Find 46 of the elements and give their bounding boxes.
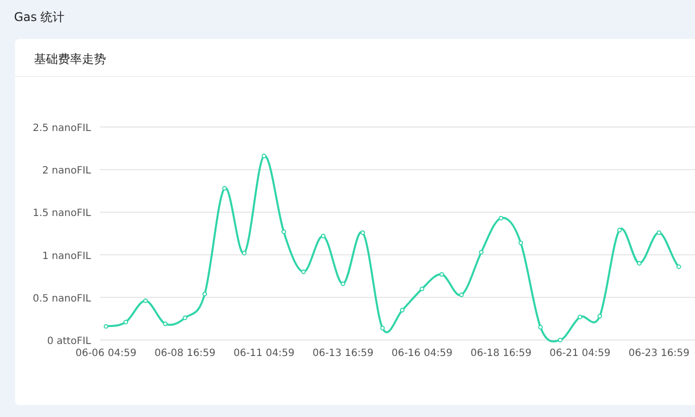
point bbox=[162, 322, 168, 326]
axis-label: 06-08 16:59 bbox=[154, 348, 216, 359]
point bbox=[400, 308, 405, 312]
page-title: Gas 统计 bbox=[13, 9, 66, 26]
point bbox=[202, 292, 208, 296]
axis-label: 1 nanoFIL bbox=[42, 250, 91, 262]
point bbox=[360, 230, 366, 235]
axis-label: 06-13 16:59 bbox=[312, 348, 374, 359]
axis-label: 1.5 nanoFIL bbox=[32, 208, 91, 220]
axis-label: 06-16 04:59 bbox=[391, 348, 453, 359]
point bbox=[478, 250, 484, 255]
point bbox=[676, 264, 682, 270]
point bbox=[498, 216, 504, 220]
card-title: 基础费率走势 bbox=[15, 39, 695, 77]
point bbox=[182, 316, 188, 320]
axis-label: 0 attoFIL bbox=[47, 336, 91, 347]
point bbox=[380, 326, 385, 330]
point bbox=[558, 338, 563, 342]
point bbox=[222, 186, 227, 191]
axis-label: 2 nanoFIL bbox=[42, 166, 91, 177]
point bbox=[538, 324, 543, 330]
point bbox=[281, 229, 286, 234]
point bbox=[301, 270, 306, 274]
point bbox=[636, 261, 642, 266]
point bbox=[597, 314, 602, 318]
point bbox=[143, 298, 148, 304]
point bbox=[518, 240, 524, 246]
axis-label: 0.5 nanoFIL bbox=[32, 293, 91, 304]
point bbox=[656, 230, 662, 235]
point bbox=[104, 324, 108, 329]
axis-label: 2.5 nanoFIL bbox=[32, 123, 91, 134]
point bbox=[242, 250, 247, 256]
point bbox=[578, 314, 582, 320]
point bbox=[123, 320, 128, 324]
axis-label: 06-21 04:59 bbox=[549, 348, 611, 359]
point bbox=[320, 234, 326, 238]
point bbox=[439, 272, 444, 277]
axis-label: 06-18 16:59 bbox=[470, 348, 532, 359]
axis-label: 06-11 04:59 bbox=[233, 348, 295, 359]
point bbox=[340, 281, 346, 286]
point bbox=[617, 228, 622, 232]
axis-label: 06-06 04:59 bbox=[75, 348, 137, 359]
point bbox=[459, 292, 464, 298]
point bbox=[420, 286, 424, 292]
point bbox=[262, 154, 266, 158]
axis-label: 06-23 16:59 bbox=[628, 348, 690, 359]
